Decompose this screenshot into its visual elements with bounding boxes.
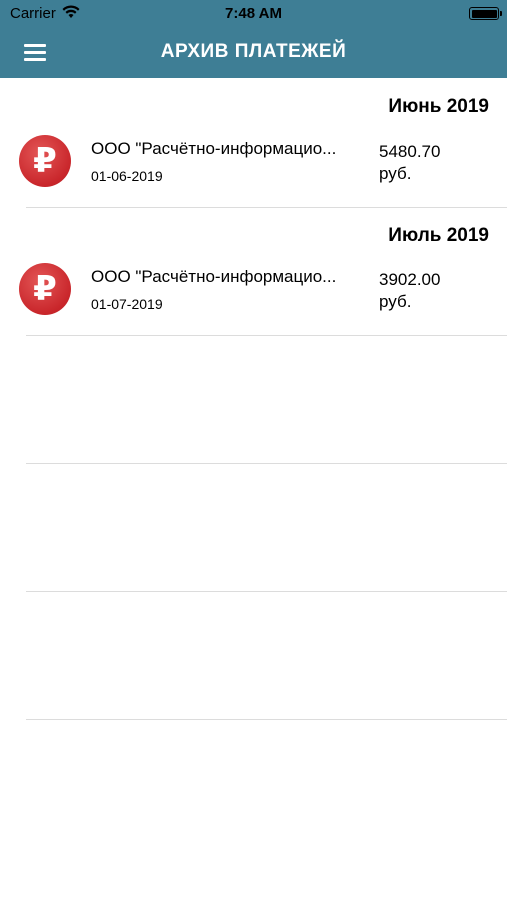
row-divider — [26, 719, 507, 720]
status-bar: Carrier 7:48 AM — [0, 0, 507, 28]
amount-value: 3902.00 — [379, 270, 441, 289]
page-title: АРХИВ ПЛАТЕЖЕЙ — [160, 41, 347, 62]
amount-currency: руб. — [379, 164, 412, 183]
payment-date: 01-06-2019 — [91, 168, 163, 184]
clock: 7:48 AM — [225, 5, 282, 22]
row-divider — [26, 463, 507, 464]
payee-name: ООО "Расчётно-информацио... — [91, 139, 337, 158]
payee-name: ООО "Расчётно-информацио... — [91, 267, 337, 286]
row-divider — [26, 591, 507, 592]
amount-currency: руб. — [379, 292, 412, 311]
amount-value: 5480.70 — [379, 142, 441, 161]
row-divider — [26, 335, 507, 336]
payment-row[interactable]: ₽ ООО "Расчётно-информацио... 01-07-2019… — [0, 256, 507, 336]
ruble-icon: ₽ — [19, 263, 71, 315]
nav-bar: АРХИВ ПЛАТЕЖЕЙ — [0, 28, 507, 78]
payment-amount: 5480.70 руб. — [379, 141, 440, 185]
battery-icon — [469, 7, 502, 20]
section-header-june: Июнь 2019 — [388, 96, 489, 117]
payment-date: 01-07-2019 — [91, 296, 163, 312]
row-divider — [26, 207, 507, 208]
section-header-july: Июль 2019 — [388, 225, 489, 246]
payment-row[interactable]: ₽ ООО "Расчётно-информацио... 01-06-2019… — [0, 128, 507, 208]
ruble-icon: ₽ — [19, 135, 71, 187]
payment-amount: 3902.00 руб. — [379, 269, 440, 313]
